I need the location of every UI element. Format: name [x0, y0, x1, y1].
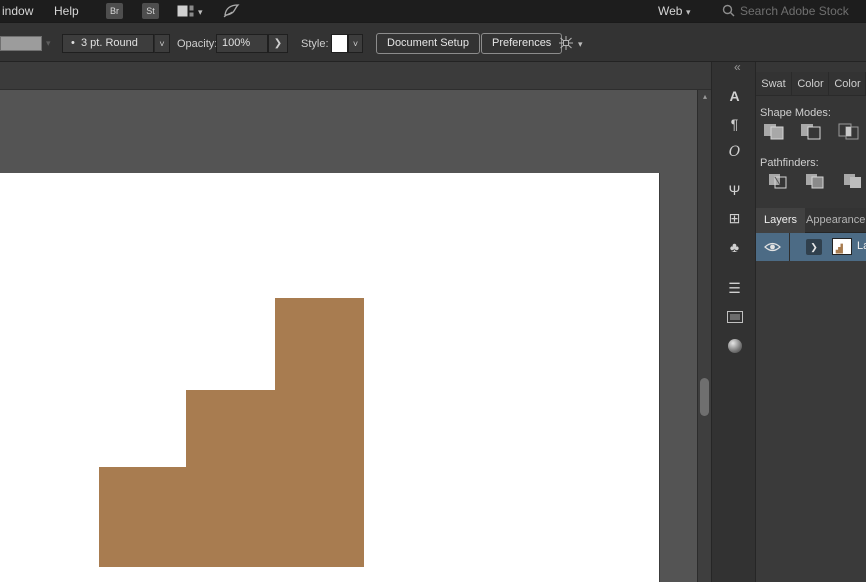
search-icon[interactable] [722, 4, 735, 20]
layer-row[interactable]: ❯ La [756, 233, 866, 261]
stairs-shape[interactable] [0, 173, 659, 582]
tab-swatches[interactable]: Swat [756, 72, 792, 96]
shape-modes-label: Shape Modes: [760, 107, 831, 119]
workspace-switcher[interactable]: Web [658, 4, 682, 18]
vertical-scrollbar[interactable]: ▴ [697, 90, 711, 582]
gpu-performance-icon[interactable] [222, 2, 242, 22]
document-tab-bar [0, 62, 711, 90]
visibility-eye-icon[interactable] [764, 241, 781, 256]
character-panel-icon[interactable]: A [712, 84, 757, 108]
stairs-polygon[interactable] [99, 298, 364, 567]
bridge-badge-icon[interactable]: Br [106, 3, 123, 19]
chevron-down-icon[interactable]: ▾ [686, 7, 691, 18]
crosshair-icon[interactable] [557, 35, 575, 54]
menu-bar: indow Help Br St ▾ Web ▾ Search Adobe St… [0, 0, 866, 22]
opacity-input[interactable]: 100% [216, 34, 268, 53]
style-label: Style: [301, 38, 329, 50]
illustrator-window: indow Help Br St ▾ Web ▾ Search Adobe St… [0, 0, 866, 582]
tab-color[interactable]: Color [793, 72, 829, 96]
preferences-button[interactable]: Preferences [481, 33, 562, 54]
paragraph-panel-icon[interactable]: ¶ [712, 112, 757, 136]
style-swatch[interactable] [331, 34, 348, 53]
swatches-color-tabs: Swat Color Color [756, 72, 866, 96]
control-bar: ▾ • 3 pt. Round ˅ Opacity: 100% ❯ Style:… [0, 22, 866, 62]
canvas-pasteboard[interactable] [0, 90, 697, 582]
brush-definition-label: 3 pt. Round [81, 37, 138, 49]
layer-name[interactable]: La [857, 240, 866, 252]
menu-help[interactable]: Help [54, 4, 79, 18]
menu-window[interactable]: indow [2, 4, 33, 18]
gradient-panel-icon[interactable] [712, 305, 757, 329]
chevron-down-icon[interactable]: ▾ [578, 39, 583, 50]
chevron-down-icon: ▾ [46, 38, 51, 49]
style-dropdown-chevron-icon[interactable]: ˅ [348, 34, 363, 53]
brush-dropdown-chevron-icon[interactable]: ˅ [154, 34, 170, 53]
minus-front-shape-mode-icon[interactable] [800, 123, 822, 143]
layer-thumbnail[interactable] [832, 238, 852, 255]
artboard-panel-icon[interactable]: ⊞ [712, 206, 757, 230]
tab-appearance[interactable]: Appearance [798, 208, 866, 233]
search-adobe-stock-input[interactable]: Search Adobe Stock [740, 4, 849, 18]
divide-pathfinder-icon[interactable] [768, 173, 788, 193]
collapse-panels-icon[interactable]: « [734, 60, 741, 74]
stock-badge-icon[interactable]: St [142, 3, 159, 19]
pathfinders-label: Pathfinders: [760, 157, 819, 169]
pathfinders-row [756, 173, 866, 195]
scroll-up-arrow-icon[interactable]: ▴ [698, 92, 712, 101]
layer-expand-chevron-icon[interactable]: ❯ [806, 239, 822, 255]
opacity-dropdown-chevron-icon[interactable]: ❯ [268, 34, 288, 53]
layers-appearance-tabs: Layers Appearance [756, 208, 866, 233]
intersect-shape-mode-icon[interactable] [838, 123, 860, 143]
layer-thumbnail-stairs [836, 244, 843, 254]
tab-color-guide[interactable]: Color [830, 72, 866, 96]
column-divider [789, 233, 790, 261]
right-dock-panel: Swat Color Color Shape Modes: Pathfinder… [756, 62, 866, 582]
layers-panel-body: ❯ La [756, 233, 866, 582]
panel-icon-strip: « A ¶ O Ψ ⊞ ♣ ☰ [711, 62, 756, 582]
opacity-label: Opacity: [177, 38, 217, 50]
merge-pathfinder-icon[interactable] [843, 173, 863, 193]
document-setup-button[interactable]: Document Setup [376, 33, 480, 54]
brush-bullet: • [71, 37, 75, 49]
scrollbar-thumb[interactable] [700, 378, 709, 416]
trim-pathfinder-icon[interactable] [805, 173, 825, 193]
shape-modes-row [756, 123, 866, 145]
stroke-panel-icon[interactable]: ☰ [712, 276, 757, 300]
color-themes-panel-icon[interactable]: Ψ [712, 178, 757, 202]
opentype-panel-icon[interactable]: O [712, 140, 757, 164]
fill-swatch-dropdown[interactable] [0, 36, 42, 51]
unite-shape-mode-icon[interactable] [763, 123, 785, 143]
symbols-panel-icon[interactable]: ♣ [712, 235, 757, 259]
application-layout-icon[interactable] [177, 5, 194, 20]
chevron-down-icon[interactable]: ▾ [198, 7, 203, 18]
sphere-panel-icon[interactable] [712, 334, 757, 358]
brush-definition-dropdown[interactable]: • 3 pt. Round [62, 34, 154, 53]
artboard[interactable] [0, 173, 659, 582]
